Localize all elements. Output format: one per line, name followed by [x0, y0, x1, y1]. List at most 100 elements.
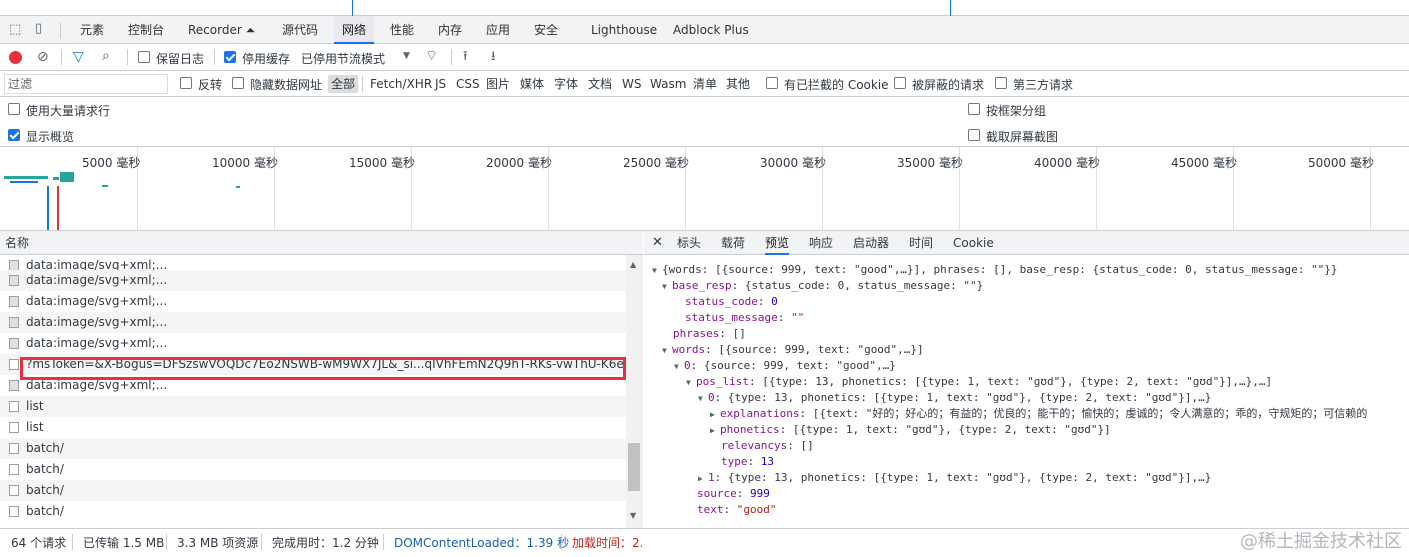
- tab-adblock-plus[interactable]: Adblock Plus: [673, 16, 749, 44]
- svg-file-icon: [9, 317, 19, 328]
- hide-data-urls-checkbox[interactable]: [232, 77, 244, 89]
- request-row[interactable]: data:image/svg+xml;...: [0, 333, 626, 354]
- scroll-up-icon[interactable]: ▲: [630, 261, 636, 269]
- tab-security[interactable]: 安全: [534, 16, 558, 44]
- third-party-checkbox[interactable]: [995, 77, 1007, 89]
- tab-lighthouse[interactable]: Lighthouse: [591, 16, 657, 44]
- preserve-log-checkbox[interactable]: [138, 51, 150, 63]
- json-node-words[interactable]: ▼ words: [{source: 999, text: "good",…}]: [662, 342, 924, 359]
- request-row[interactable]: batch/: [0, 438, 626, 459]
- import-har-icon[interactable]: ⭱: [463, 50, 468, 63]
- capture-screenshots-checkbox[interactable]: [968, 129, 980, 141]
- blocked-requests-label: 被屏蔽的请求: [912, 78, 985, 92]
- json-node-pos-list-0[interactable]: ▼ 0: {type: 13, phonetics: [{type: 1, tex…: [698, 390, 1211, 407]
- tab-recorder[interactable]: Recorder ⏶: [188, 16, 255, 44]
- blocked-requests-checkbox[interactable]: [894, 77, 906, 89]
- request-row[interactable]: list: [0, 396, 626, 417]
- detail-tab-initiator[interactable]: 启动器: [853, 231, 889, 255]
- filter-type-manifest[interactable]: 清单: [690, 75, 720, 93]
- filter-type-ws[interactable]: WS: [619, 75, 644, 93]
- detail-tab-headers[interactable]: 标头: [677, 231, 701, 255]
- expand-triangle-icon[interactable]: ▼: [662, 343, 672, 359]
- load-time: 加载时间：2.: [572, 536, 642, 550]
- tab-performance[interactable]: 性能: [390, 16, 414, 44]
- filter-type-media[interactable]: 媒体: [517, 75, 547, 93]
- filter-type-img[interactable]: 图片: [483, 75, 513, 93]
- chevron-down-icon[interactable]: ▼: [403, 52, 410, 61]
- detail-tab-response[interactable]: 响应: [809, 231, 833, 255]
- third-party-label: 第三方请求: [1013, 78, 1074, 92]
- document-icon: [9, 506, 19, 517]
- close-icon[interactable]: ✕: [652, 231, 663, 255]
- expand-triangle-icon[interactable]: ▼: [686, 375, 696, 391]
- json-node-base-resp[interactable]: ▼ base_resp: {status_code: 0, status_mess…: [662, 278, 983, 295]
- json-root-node[interactable]: ▼ {words: [{source: 999, text: "good",…}]…: [652, 262, 1338, 279]
- export-har-icon[interactable]: ⭳: [491, 50, 496, 63]
- filter-type-all[interactable]: 全部: [328, 75, 359, 93]
- divider: [383, 534, 384, 550]
- device-toggle-icon[interactable]: ▯: [35, 22, 42, 35]
- group-by-frame-checkbox[interactable]: [968, 103, 980, 115]
- network-toolbar: ⊘ ▽ ⌕ 保留日志 停用缓存 已停用节流模式 ▼ ⌔ ⭱ ⭳: [0, 44, 1409, 71]
- request-row[interactable]: list: [0, 417, 626, 438]
- record-icon[interactable]: [9, 51, 22, 64]
- timeline-tick: 5000 毫秒: [82, 156, 141, 170]
- large-rows-checkbox[interactable]: [8, 103, 20, 115]
- show-overview-checkbox[interactable]: [8, 129, 20, 141]
- filter-type-wasm[interactable]: Wasm: [647, 75, 689, 93]
- scrollbar-thumb[interactable]: [628, 443, 640, 491]
- tab-network[interactable]: 网络: [334, 16, 375, 44]
- blocked-cookies-label: 有已拦截的 Cookie: [784, 78, 889, 92]
- clear-icon[interactable]: ⊘: [37, 50, 49, 64]
- json-node-pos-list-1[interactable]: ▶ 1: {type: 13, phonetics: [{type: 1, tex…: [698, 470, 1211, 487]
- network-conditions-icon[interactable]: ⌔: [425, 49, 438, 63]
- inspect-element-icon[interactable]: ⬚: [9, 23, 21, 36]
- json-node-pos-list[interactable]: ▼ pos_list: [{type: 13, phonetics: [{type…: [686, 374, 1272, 391]
- transferred-size: 已传输 1.5 MB: [83, 536, 165, 550]
- json-node-source: source: 999: [697, 487, 770, 500]
- expand-triangle-icon[interactable]: ▼: [674, 359, 684, 375]
- request-row[interactable]: batch/: [0, 459, 626, 480]
- filter-type-other[interactable]: 其他: [723, 75, 753, 93]
- collapse-triangle-icon[interactable]: ▶: [698, 471, 708, 487]
- expand-triangle-icon[interactable]: ▼: [652, 263, 662, 279]
- tab-application[interactable]: 应用: [486, 16, 510, 44]
- json-node-words-0[interactable]: ▼ 0: {source: 999, text: "good",…}: [674, 358, 896, 375]
- blocked-cookies-checkbox[interactable]: [766, 77, 778, 89]
- tab-memory[interactable]: 内存: [438, 16, 462, 44]
- request-row[interactable]: batch/: [0, 501, 626, 522]
- filter-type-fetch-xhr[interactable]: Fetch/XHR: [367, 75, 435, 93]
- request-row[interactable]: data:image/svg+xml;...: [0, 312, 626, 333]
- scroll-down-icon[interactable]: ▼: [630, 512, 636, 520]
- json-node-phonetics[interactable]: ▶ phonetics: [{type: 1, text: "gʊd"}, {ty…: [710, 422, 1111, 439]
- request-row[interactable]: data:image/svg+xml;...: [0, 270, 626, 291]
- detail-tab-cookies[interactable]: Cookie: [953, 231, 994, 255]
- filter-type-font[interactable]: 字体: [551, 75, 581, 93]
- filter-type-css[interactable]: CSS: [453, 75, 483, 93]
- tab-elements[interactable]: 元素: [80, 16, 104, 44]
- tab-console[interactable]: 控制台: [128, 16, 164, 44]
- document-icon: [9, 464, 19, 475]
- filter-type-js[interactable]: JS: [432, 75, 449, 93]
- request-row[interactable]: data:image/svg+xml;...: [0, 291, 626, 312]
- throttle-select[interactable]: 已停用节流模式: [301, 50, 385, 67]
- json-node-explanations[interactable]: ▶ explanations: [{text: "好的；好心的；有益的；优良的；能…: [710, 406, 1409, 423]
- svg-file-icon: [9, 338, 19, 349]
- filter-icon[interactable]: ▽: [73, 50, 84, 64]
- invert-checkbox[interactable]: [180, 77, 192, 89]
- detail-tab-payload[interactable]: 载荷: [721, 231, 745, 255]
- expand-triangle-icon[interactable]: ▼: [662, 279, 672, 295]
- detail-tab-preview[interactable]: 预览: [765, 231, 790, 255]
- collapse-triangle-icon[interactable]: ▶: [710, 407, 720, 423]
- expand-triangle-icon[interactable]: ▼: [698, 391, 708, 407]
- tab-sources[interactable]: 源代码: [282, 16, 318, 44]
- collapse-triangle-icon[interactable]: ▶: [710, 423, 720, 439]
- filter-type-doc[interactable]: 文档: [585, 75, 615, 93]
- filter-input[interactable]: 过滤: [4, 74, 168, 94]
- search-icon[interactable]: ⌕: [102, 49, 110, 63]
- name-column-header[interactable]: 名称: [0, 231, 643, 255]
- disable-cache-checkbox[interactable]: [224, 51, 236, 63]
- request-row[interactable]: batch/: [0, 480, 626, 501]
- detail-tab-timing[interactable]: 时间: [909, 231, 933, 255]
- document-icon: [9, 422, 19, 433]
